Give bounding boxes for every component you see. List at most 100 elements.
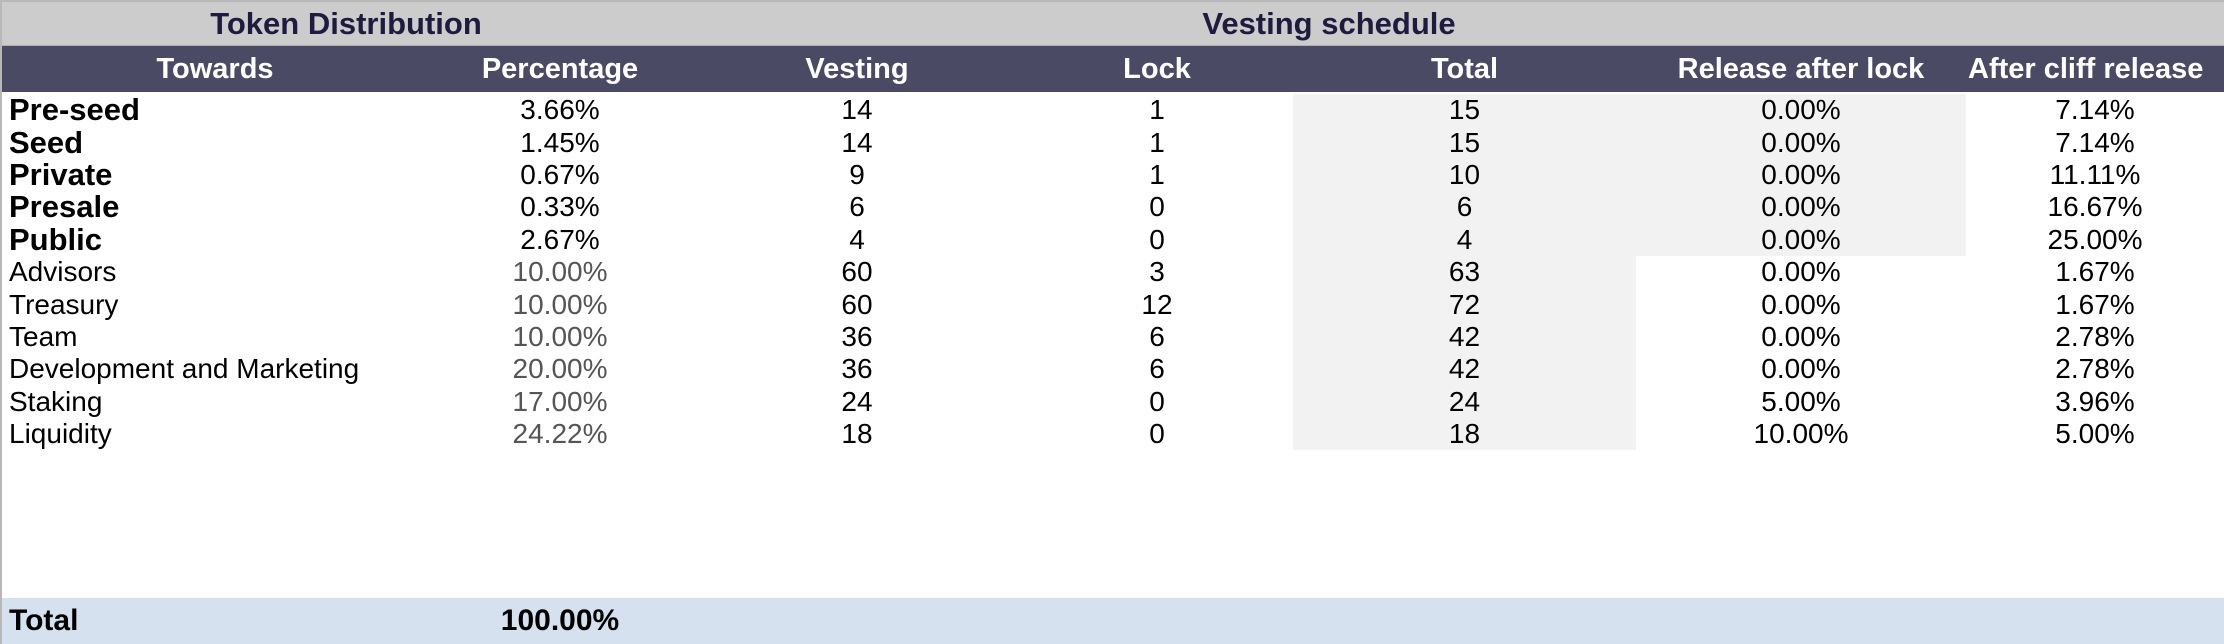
- total-cell[interactable]: 72: [1293, 288, 1636, 321]
- table-row: Seed 1.45% 14 1 15 0.00% 7.14%: [0, 126, 2224, 159]
- header-lock[interactable]: Lock: [1022, 46, 1292, 92]
- after-cliff-release-cell[interactable]: 7.14%: [1966, 94, 2224, 126]
- lock-cell[interactable]: 12: [1022, 288, 1292, 320]
- vesting-cell[interactable]: 4: [692, 224, 1022, 256]
- after-cliff-release-cell[interactable]: 1.67%: [1966, 256, 2224, 288]
- towards-cell[interactable]: Liquidity: [0, 418, 430, 450]
- lock-cell[interactable]: 6: [1022, 353, 1292, 385]
- percentage-cell[interactable]: 1.45%: [430, 126, 690, 158]
- table-row: Advisors 10.00% 60 3 63 0.00% 1.67%: [0, 256, 2224, 289]
- vesting-cell[interactable]: 14: [692, 94, 1022, 126]
- towards-cell[interactable]: Development and Marketing: [0, 353, 430, 385]
- towards-cell[interactable]: Pre-seed: [0, 94, 430, 126]
- token-distribution-title[interactable]: Token Distribution: [0, 2, 692, 45]
- release-after-lock-cell[interactable]: 5.00%: [1636, 386, 1966, 418]
- release-after-lock-cell[interactable]: 0.00%: [1636, 191, 1966, 224]
- towards-cell[interactable]: Team: [0, 321, 430, 353]
- vesting-cell[interactable]: 6: [692, 191, 1022, 223]
- lock-cell[interactable]: 0: [1022, 418, 1292, 450]
- percentage-cell[interactable]: 2.67%: [430, 224, 690, 256]
- after-cliff-release-cell[interactable]: 5.00%: [1966, 418, 2224, 450]
- lock-cell[interactable]: 6: [1022, 321, 1292, 353]
- after-cliff-release-cell[interactable]: 3.96%: [1966, 386, 2224, 418]
- vesting-schedule-title[interactable]: Vesting schedule: [692, 2, 1966, 45]
- towards-cell[interactable]: Treasury: [0, 288, 430, 320]
- table-row: Presale 0.33% 6 0 6 0.00% 16.67%: [0, 191, 2224, 224]
- percentage-cell[interactable]: 10.00%: [430, 288, 690, 320]
- release-after-lock-cell[interactable]: 0.00%: [1636, 126, 1966, 159]
- vesting-cell[interactable]: 36: [692, 321, 1022, 353]
- table-row: Development and Marketing 20.00% 36 6 42 0.00…: [0, 353, 2224, 386]
- lock-cell[interactable]: 3: [1022, 256, 1292, 288]
- spreadsheet: Token Distribution Vesting schedule Towa…: [0, 0, 2224, 644]
- vesting-cell[interactable]: 24: [692, 386, 1022, 418]
- total-cell[interactable]: 24: [1293, 385, 1636, 418]
- header-vesting[interactable]: Vesting: [692, 46, 1022, 92]
- after-cliff-release-cell[interactable]: 16.67%: [1966, 191, 2224, 223]
- header-total[interactable]: Total: [1293, 46, 1636, 92]
- header-towards[interactable]: Towards: [0, 46, 430, 92]
- release-after-lock-cell[interactable]: 10.00%: [1636, 418, 1966, 450]
- after-cliff-release-cell[interactable]: 11.11%: [1966, 159, 2224, 191]
- towards-cell[interactable]: Seed: [0, 126, 430, 158]
- total-cell[interactable]: 10: [1293, 158, 1636, 192]
- vesting-cell[interactable]: 9: [692, 159, 1022, 191]
- vesting-cell[interactable]: 60: [692, 256, 1022, 288]
- header-release-after-lock[interactable]: Release after lock: [1636, 46, 1966, 92]
- vesting-cell[interactable]: 60: [692, 288, 1022, 320]
- total-cell[interactable]: 63: [1293, 256, 1636, 289]
- after-cliff-release-cell[interactable]: 1.67%: [1966, 288, 2224, 320]
- header-after-cliff-release[interactable]: After cliff release: [1966, 46, 2224, 92]
- total-label[interactable]: Total: [0, 598, 430, 644]
- towards-cell[interactable]: Public: [0, 224, 430, 256]
- total-cell[interactable]: 18: [1293, 418, 1636, 451]
- table-row: Treasury 10.00% 60 12 72 0.00% 1.67%: [0, 288, 2224, 321]
- total-percentage[interactable]: 100.00%: [430, 598, 690, 644]
- vesting-cell[interactable]: 36: [692, 353, 1022, 385]
- total-cell[interactable]: 42: [1293, 320, 1636, 354]
- total-cell[interactable]: 15: [1293, 126, 1636, 159]
- title-row: Token Distribution Vesting schedule: [0, 0, 2224, 46]
- table-row: Pre-seed 3.66% 14 1 15 0.00% 7.14%: [0, 94, 2224, 127]
- grid-border: [0, 0, 2, 644]
- towards-cell[interactable]: Staking: [0, 386, 430, 418]
- total-row: Total 100.00%: [0, 598, 2224, 644]
- percentage-cell[interactable]: 0.33%: [430, 191, 690, 223]
- total-cell[interactable]: 6: [1293, 191, 1636, 224]
- towards-cell[interactable]: Advisors: [0, 256, 430, 288]
- lock-cell[interactable]: 1: [1022, 94, 1292, 126]
- release-after-lock-cell[interactable]: 0.00%: [1636, 94, 1966, 127]
- percentage-cell[interactable]: 17.00%: [430, 386, 690, 418]
- after-cliff-release-cell[interactable]: 25.00%: [1966, 224, 2224, 256]
- towards-cell[interactable]: Private: [0, 159, 430, 191]
- percentage-cell[interactable]: 10.00%: [430, 256, 690, 288]
- table-row: Private 0.67% 9 1 10 0.00% 11.11%: [0, 158, 2224, 192]
- header-percentage[interactable]: Percentage: [430, 46, 690, 92]
- release-after-lock-cell[interactable]: 0.00%: [1636, 256, 1966, 288]
- release-after-lock-cell[interactable]: 0.00%: [1636, 321, 1966, 353]
- percentage-cell[interactable]: 20.00%: [430, 353, 690, 385]
- lock-cell[interactable]: 1: [1022, 159, 1292, 191]
- percentage-cell[interactable]: 10.00%: [430, 321, 690, 353]
- lock-cell[interactable]: 0: [1022, 191, 1292, 223]
- after-cliff-release-cell[interactable]: 7.14%: [1966, 126, 2224, 158]
- release-after-lock-cell[interactable]: 0.00%: [1636, 353, 1966, 385]
- towards-cell[interactable]: Presale: [0, 191, 430, 223]
- vesting-cell[interactable]: 14: [692, 126, 1022, 158]
- table-row: Team 10.00% 36 6 42 0.00% 2.78%: [0, 320, 2224, 354]
- release-after-lock-cell[interactable]: 0.00%: [1636, 158, 1966, 192]
- percentage-cell[interactable]: 3.66%: [430, 94, 690, 126]
- after-cliff-release-cell[interactable]: 2.78%: [1966, 321, 2224, 353]
- total-cell[interactable]: 42: [1293, 353, 1636, 386]
- lock-cell[interactable]: 0: [1022, 224, 1292, 256]
- lock-cell[interactable]: 1: [1022, 126, 1292, 158]
- percentage-cell[interactable]: 0.67%: [430, 159, 690, 191]
- percentage-cell[interactable]: 24.22%: [430, 418, 690, 450]
- total-cell[interactable]: 15: [1293, 94, 1636, 127]
- after-cliff-release-cell[interactable]: 2.78%: [1966, 353, 2224, 385]
- release-after-lock-cell[interactable]: 0.00%: [1636, 223, 1966, 256]
- lock-cell[interactable]: 0: [1022, 386, 1292, 418]
- vesting-cell[interactable]: 18: [692, 418, 1022, 450]
- release-after-lock-cell[interactable]: 0.00%: [1636, 288, 1966, 320]
- total-cell[interactable]: 4: [1293, 223, 1636, 256]
